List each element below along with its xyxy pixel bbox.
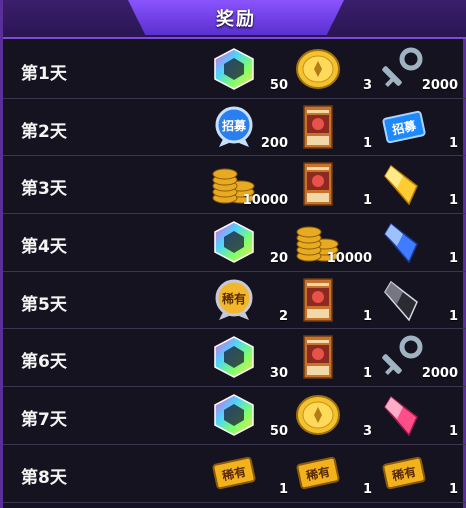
rainbow-gem-icon [211, 47, 257, 91]
page-title: 奖励 [216, 8, 256, 30]
reward-count: 1 [448, 308, 458, 324]
reward-item[interactable]: 1 [381, 278, 466, 326]
reward-item[interactable]: 稀有 1 [381, 451, 466, 499]
gold-badge-icon: 稀有 [211, 278, 257, 322]
reward-item[interactable]: 稀有 2 [211, 278, 296, 326]
gold-coin-icon [295, 47, 341, 91]
reward-count: 10000 [242, 193, 288, 209]
reward-count: 200 [260, 135, 288, 151]
reward-count: 1 [362, 193, 372, 209]
reward-item[interactable]: 10000 [295, 220, 380, 268]
reward-item[interactable]: 20 [211, 220, 296, 268]
gold-ticket-icon: 稀有 [295, 451, 341, 495]
reward-item[interactable]: 招募 200 [211, 105, 296, 153]
day-row: 第7天 50 3 1 [3, 387, 466, 445]
day-label: 第6天 [21, 352, 67, 373]
svg-text:稀有: 稀有 [222, 291, 246, 306]
reward-count: 3 [362, 424, 372, 440]
pink-crystal-icon [381, 393, 427, 437]
day-label: 第5天 [21, 294, 67, 315]
reward-count: 30 [269, 366, 288, 382]
reward-item[interactable]: 招募 1 [381, 105, 466, 153]
reward-item[interactable]: 3 [295, 47, 380, 95]
reward-item[interactable]: 1 [381, 162, 466, 210]
reward-item[interactable]: 稀有 1 [295, 451, 380, 499]
yellow-crystal-icon [381, 162, 427, 206]
monster-card-icon [295, 104, 341, 149]
day-row: 第2天 招募 200 1 招募 1 [3, 99, 466, 157]
reward-count: 50 [269, 78, 288, 93]
reward-item[interactable]: 1 [295, 335, 380, 383]
reward-count: 10000 [326, 251, 372, 267]
day-label: 第7天 [21, 410, 67, 431]
reward-count: 50 [269, 424, 288, 440]
rewards-panel: 奖励 第1天 50 3 2000 第2天 招募 200 1 招募 1 第3天 10000 [0, 0, 466, 508]
monster-card-icon [295, 278, 341, 322]
reward-count: 1 [448, 193, 458, 209]
blue-badge-icon: 招募 [211, 105, 257, 149]
day-row: 第8天 稀有 1 稀有 1 稀有 1 [3, 445, 466, 503]
reward-item[interactable]: 1 [295, 104, 380, 153]
reward-item[interactable]: 2000 [381, 335, 466, 383]
reward-item[interactable]: 1 [295, 278, 380, 326]
rainbow-gem-icon [211, 393, 257, 437]
black-crystal-icon [381, 278, 427, 322]
reward-count: 1 [448, 251, 458, 267]
blue-crystal-icon [381, 220, 427, 264]
reward-count: 1 [362, 308, 372, 324]
reward-item[interactable]: 30 [211, 335, 296, 383]
reward-item[interactable]: 10000 [211, 162, 296, 210]
reward-item[interactable]: 50 [211, 47, 296, 95]
reward-count: 1 [362, 481, 372, 497]
gold-coin-icon [295, 393, 341, 437]
reward-item[interactable]: 稀有 1 [211, 451, 296, 499]
day-row: 第3天 10000 1 1 [3, 156, 466, 215]
day-label: 第8天 [21, 467, 67, 488]
panel-header: 奖励 [3, 0, 466, 39]
reward-count: 1 [362, 135, 372, 151]
silver-key-icon [381, 335, 427, 379]
title-tab: 奖励 [128, 0, 344, 35]
reward-item[interactable]: 50 [211, 393, 296, 441]
reward-count: 1 [448, 424, 458, 440]
reward-count: 1 [448, 135, 458, 151]
reward-item[interactable]: 1 [381, 393, 466, 441]
day-row: 第4天 20 10000 1 [3, 214, 466, 272]
reward-item[interactable]: 3 [295, 393, 380, 441]
rainbow-gem-icon [211, 335, 257, 379]
silver-key-icon [381, 47, 427, 91]
day-row: 第6天 30 1 2000 [3, 329, 466, 388]
day-label: 第1天 [21, 64, 67, 84]
reward-list: 第1天 50 3 2000 第2天 招募 200 1 招募 1 第3天 10000 [3, 41, 466, 503]
reward-count: 1 [362, 366, 372, 382]
reward-item[interactable]: 1 [295, 162, 380, 210]
reward-count: 1 [278, 481, 288, 497]
reward-item[interactable]: 1 [381, 220, 466, 268]
monster-card-icon [295, 335, 341, 380]
day-row: 第5天 稀有 2 1 1 [3, 272, 466, 330]
day-label: 第4天 [21, 237, 67, 258]
reward-count: 2000 [421, 366, 458, 382]
reward-item[interactable]: 2000 [381, 47, 466, 95]
day-label: 第3天 [21, 179, 67, 200]
reward-count: 3 [362, 78, 372, 93]
reward-count: 20 [269, 251, 288, 267]
monster-card-icon [295, 162, 341, 207]
reward-count: 2 [278, 308, 288, 324]
reward-count: 2000 [421, 78, 458, 93]
gold-ticket-icon: 稀有 [211, 451, 257, 495]
day-label: 第2天 [21, 121, 67, 142]
day-row: 第1天 50 3 2000 [3, 41, 466, 99]
blue-ticket-icon: 招募 [381, 105, 427, 149]
rainbow-gem-icon [211, 220, 257, 264]
reward-count: 1 [448, 481, 458, 497]
gold-ticket-icon: 稀有 [381, 451, 427, 495]
svg-text:招募: 招募 [222, 118, 247, 133]
